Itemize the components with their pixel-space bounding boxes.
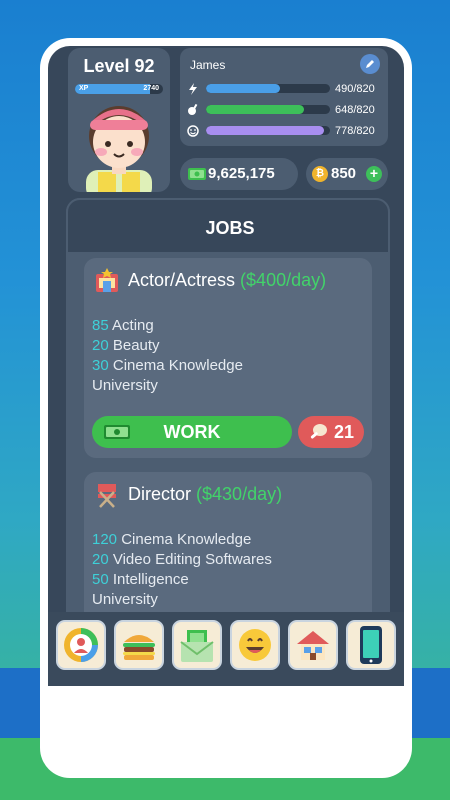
- requirement-item: 20 Video Editing Softwares: [92, 551, 272, 568]
- edit-name-button[interactable]: [360, 54, 380, 74]
- energy-value: 490/820: [335, 83, 375, 95]
- avatar: [86, 106, 152, 192]
- requirement-item: University: [92, 591, 158, 608]
- energy-cost-value: 21: [334, 422, 355, 442]
- director-chair-icon: [98, 484, 116, 508]
- cash-value: 9,625,175: [208, 165, 275, 182]
- food-bar-fill: [206, 105, 304, 114]
- happiness-bar-fill: [206, 126, 324, 135]
- requirement-item: 50 Intelligence: [92, 571, 189, 588]
- profile-icon: [64, 628, 98, 662]
- energy-stat: 490/820: [186, 82, 386, 96]
- job-title: Actor/Actress ($400/day): [128, 270, 326, 291]
- job-card-actor: Actor/Actress ($400/day) 85 Acting 20 Be…: [84, 258, 372, 458]
- happiness-value: 778/820: [335, 125, 375, 137]
- requirement-item: 30 Cinema Knowledge: [92, 357, 243, 374]
- requirement-item: 120 Cinema Knowledge: [92, 531, 252, 548]
- avatar-card[interactable]: Level 92 XP 2740: [68, 48, 170, 192]
- coin-balance[interactable]: ₿ 850 +: [306, 158, 388, 190]
- player-name: James: [190, 58, 226, 72]
- jobs-title: JOBS: [205, 218, 255, 238]
- pencil-icon: [366, 60, 374, 68]
- game-screen: Level 92 XP 2740 James 490/820 648/820 7…: [48, 46, 404, 686]
- money-envelope-icon: [180, 630, 214, 662]
- stats-card: James 490/820 648/820 778/820: [180, 48, 388, 146]
- xp-value: 2740: [143, 85, 159, 92]
- food-stat: 648/820: [186, 103, 386, 117]
- food-icon: [186, 103, 200, 117]
- bitcoin-icon: ₿: [312, 166, 328, 182]
- nav-emotions[interactable]: [230, 620, 280, 670]
- work-button[interactable]: WORK: [92, 416, 292, 448]
- xp-bar: XP 2740: [75, 84, 163, 94]
- job-title: Director ($430/day): [128, 484, 282, 505]
- job-requirements: 120 Cinema Knowledge 20 Video Editing So…: [92, 530, 272, 610]
- requirement-item: University: [92, 377, 158, 394]
- theater-icon: [96, 268, 118, 292]
- requirement-item: 85 Acting: [92, 317, 154, 334]
- cash-icon: [188, 168, 206, 180]
- nav-phone[interactable]: [346, 620, 396, 670]
- food-value: 648/820: [335, 104, 375, 116]
- drumstick-icon: [310, 424, 327, 439]
- house-icon: [297, 631, 329, 660]
- nav-home[interactable]: [288, 620, 338, 670]
- job-requirements: 85 Acting 20 Beauty 30 Cinema Knowledge …: [92, 316, 243, 396]
- happiness-icon: [186, 124, 200, 138]
- nav-mail[interactable]: [172, 620, 222, 670]
- energy-icon: [186, 82, 200, 96]
- add-coins-button[interactable]: +: [366, 166, 382, 182]
- job-name: Director: [128, 484, 192, 504]
- happiness-stat: 778/820: [186, 124, 386, 138]
- cash-balance[interactable]: 9,625,175: [180, 158, 298, 190]
- burger-icon: [123, 635, 155, 660]
- xp-label: XP: [79, 85, 89, 92]
- smile-icon: [239, 629, 271, 661]
- nav-profile[interactable]: [56, 620, 106, 670]
- work-button-label: WORK: [163, 422, 221, 442]
- jobs-header: JOBS: [66, 198, 390, 254]
- promo-line-1: MAKE A LOT OF JOB: [96, 693, 356, 721]
- energy-bar-fill: [206, 84, 281, 93]
- energy-cost-badge[interactable]: 21: [298, 416, 364, 448]
- job-pay: ($400/day): [240, 270, 327, 290]
- level-label: Level 92: [83, 56, 155, 76]
- nav-food[interactable]: [114, 620, 164, 670]
- bottom-nav: [48, 612, 404, 686]
- promo-banner: MAKE A LOT OF JOB FOR CASH MONEY: [40, 690, 412, 760]
- requirement-item: 20 Beauty: [92, 337, 160, 354]
- job-name: Actor/Actress: [128, 270, 236, 290]
- job-pay: ($430/day): [196, 484, 283, 504]
- phone-icon: [360, 626, 382, 664]
- coin-value: 850: [331, 165, 357, 182]
- promo-line-2: FOR CASH MONEY: [109, 728, 343, 756]
